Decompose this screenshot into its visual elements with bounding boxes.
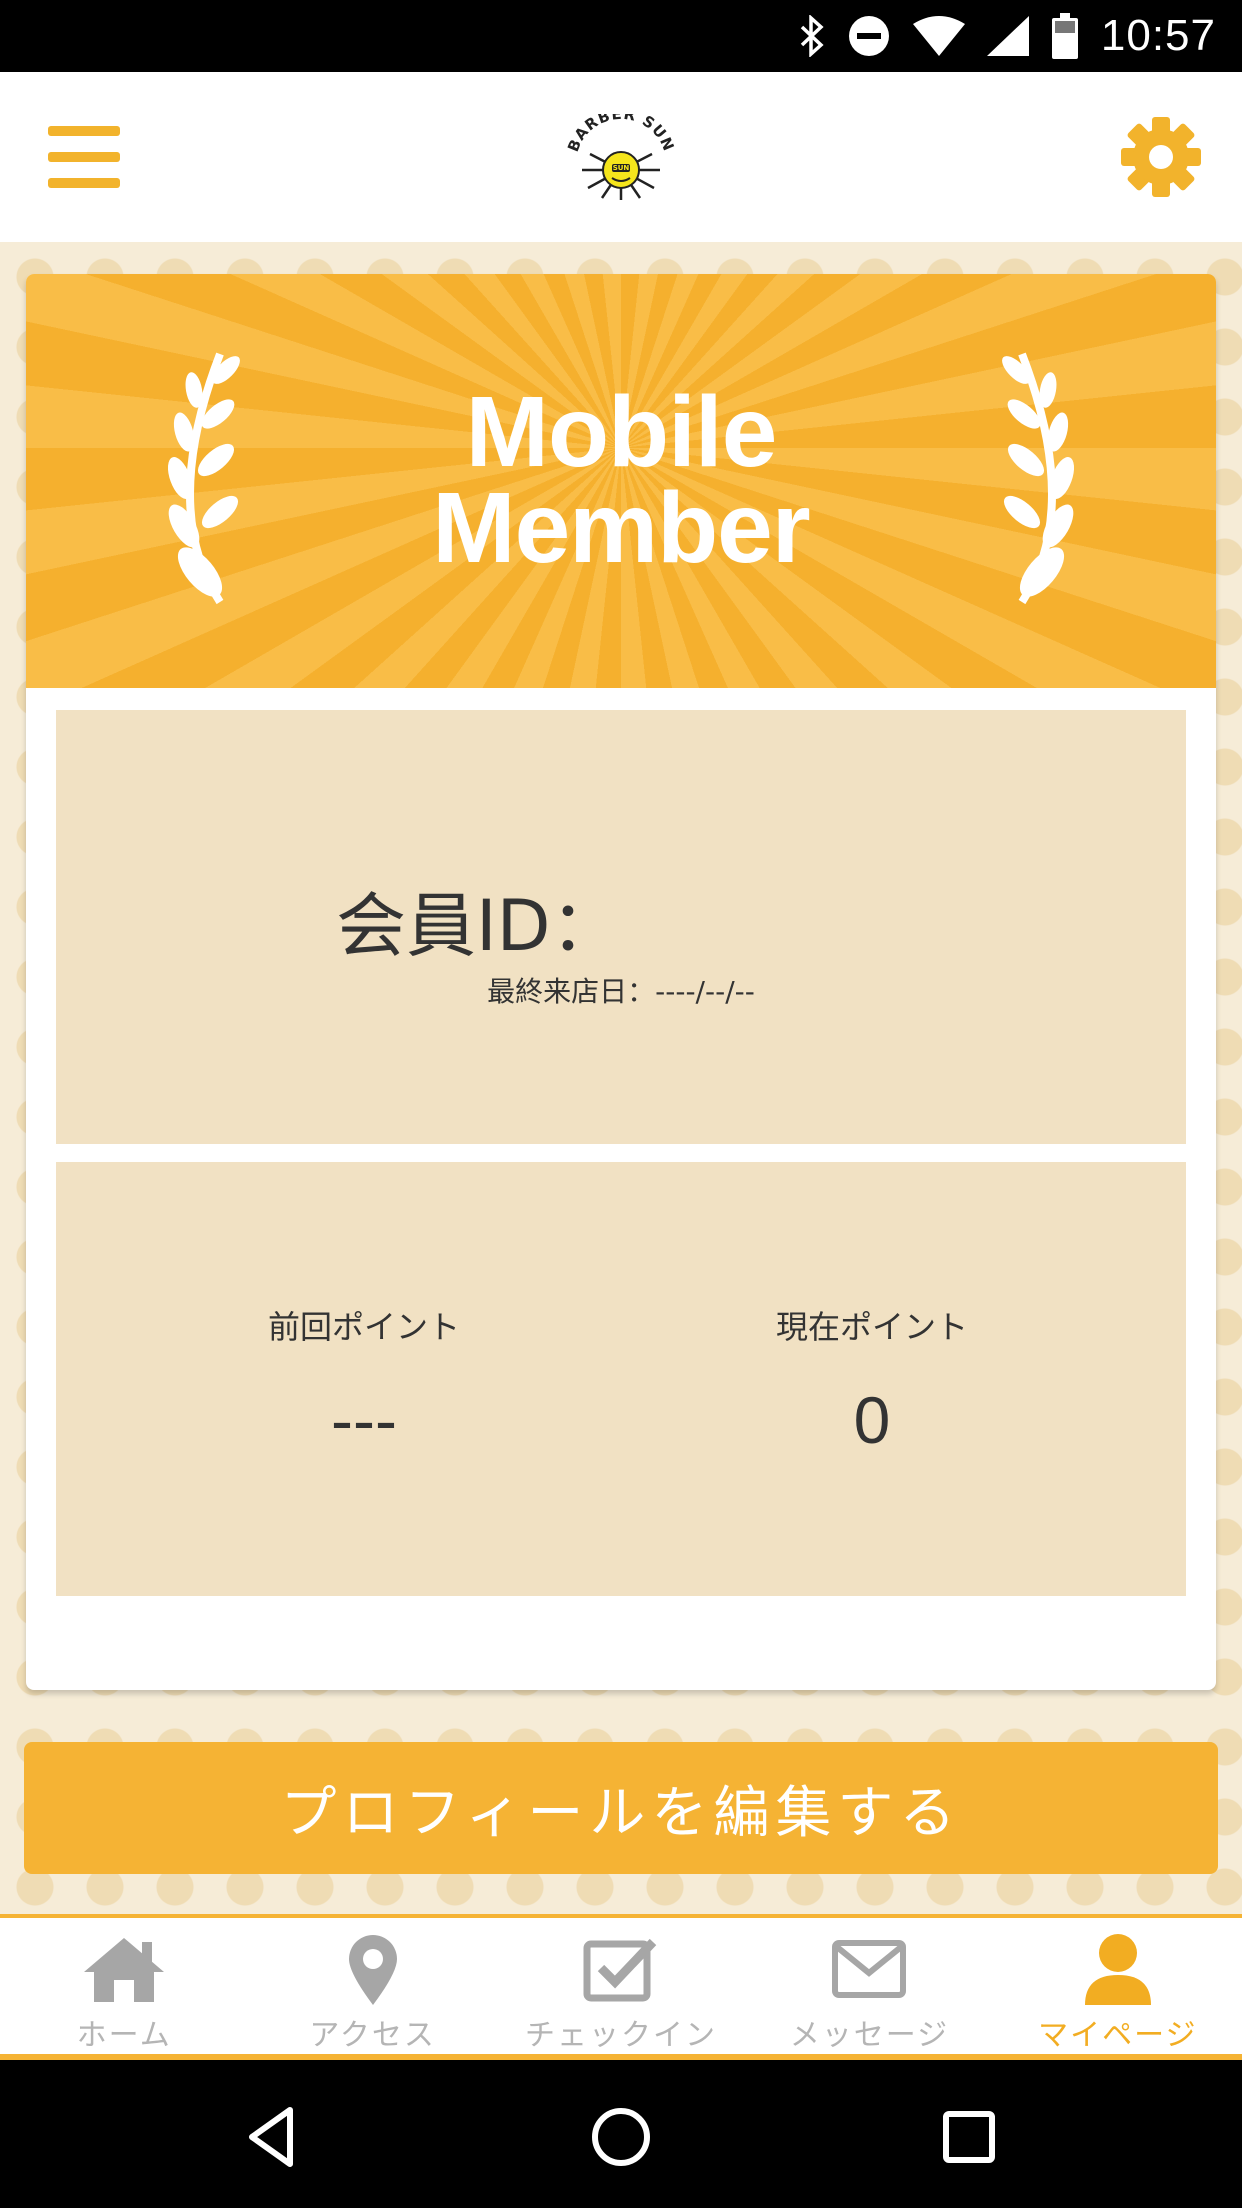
wifi-icon (912, 16, 965, 56)
previous-points-value: --- (331, 1383, 397, 1457)
do-not-disturb-icon (847, 14, 891, 58)
logo-inner-text: SUN (613, 164, 630, 172)
recents-icon[interactable] (934, 2102, 1004, 2172)
user-icon (1076, 1932, 1160, 2006)
member-id-label: 会員ID： (336, 885, 621, 967)
logo-text: BARBER SUN (564, 105, 677, 155)
barber-sun-logo: SUN BARBER SUN (562, 105, 680, 200)
nav-checkin-label: チェックイン (525, 2018, 718, 2053)
home-button-icon[interactable] (586, 2102, 656, 2172)
member-id-panel: 会員ID： 最終来店日：----/--/-- (56, 710, 1186, 1144)
battery-icon (1051, 13, 1079, 59)
points-panel: 前回ポイント --- 現在ポイント 0 (56, 1162, 1186, 1596)
member-banner: Mobile Member (26, 274, 1216, 688)
edit-profile-button[interactable]: プロフィールを編集する (24, 1742, 1218, 1874)
app-header: SUN BARBER SUN (0, 72, 1242, 242)
hamburger-menu-icon[interactable] (48, 126, 120, 188)
last-visit-date: 最終来店日：----/--/-- (487, 975, 755, 1008)
member-card: Mobile Member 会員ID： 最終来店日：----/--/-- 前回ポ… (26, 274, 1216, 1690)
map-pin-icon (331, 1932, 415, 2006)
signal-icon (986, 16, 1029, 56)
home-icon (82, 1932, 166, 2006)
nav-home[interactable]: ホーム (0, 1918, 248, 2054)
clock: 10:57 (1100, 11, 1216, 60)
nav-home-label: ホーム (76, 2018, 172, 2053)
nav-mypage[interactable]: マイページ (994, 1918, 1242, 2054)
svg-text:BARBER SUN: BARBER SUN (564, 114, 678, 154)
gear-icon[interactable] (1120, 116, 1202, 198)
previous-points: 前回ポイント --- (164, 1302, 564, 1458)
nav-message[interactable]: メッセージ (745, 1918, 993, 2054)
banner-title-line1: Mobile (465, 376, 778, 488)
nav-mypage-label: マイページ (1038, 2018, 1198, 2053)
checkbox-icon (579, 1932, 663, 2006)
status-bar: 10:57 (0, 0, 1242, 72)
previous-points-label: 前回ポイント (267, 1308, 460, 1346)
bluetooth-icon (799, 15, 825, 57)
system-nav-bar (0, 2060, 1242, 2208)
current-points-value: 0 (853, 1383, 891, 1457)
nav-checkin[interactable]: チェックイン (497, 1918, 745, 2054)
banner-title-line2: Member (432, 472, 810, 584)
nav-access[interactable]: アクセス (248, 1918, 496, 2054)
back-icon[interactable] (238, 2102, 308, 2172)
mail-icon (827, 1932, 911, 2006)
current-points: 現在ポイント 0 (672, 1302, 1072, 1458)
bottom-nav: ホーム アクセス チェックイン メッセージ マイページ (0, 1914, 1242, 2060)
nav-access-label: アクセス (309, 2018, 436, 2053)
current-points-label: 現在ポイント (775, 1308, 968, 1346)
nav-message-label: メッセージ (789, 2018, 950, 2053)
